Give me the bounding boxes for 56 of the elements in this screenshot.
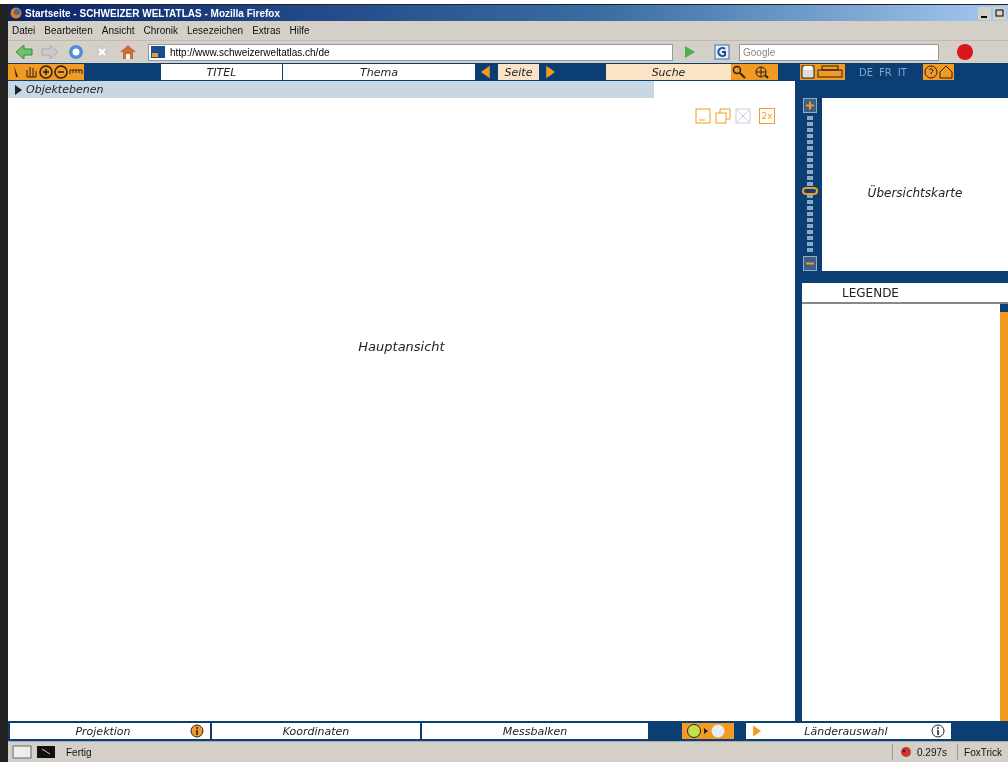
status-text: Fertig (66, 746, 92, 758)
expand-arrow-icon[interactable] (14, 84, 22, 95)
page-field: Seite (497, 64, 539, 80)
theme-field[interactable]: Thema (282, 64, 475, 80)
help-icon[interactable] (923, 65, 938, 79)
menu-item[interactable]: Ansicht (101, 25, 135, 36)
search-field[interactable]: Suche (605, 64, 731, 80)
timing-text: 0.297s (917, 746, 948, 758)
next-page-icon[interactable] (545, 65, 555, 79)
window-controls-icon[interactable] (978, 6, 1008, 20)
search-engine-icon[interactable] (713, 43, 733, 61)
home-icon[interactable] (118, 43, 138, 61)
slider-thumb[interactable] (802, 187, 818, 196)
info-icon[interactable] (190, 724, 204, 738)
scrollbar[interactable] (1000, 304, 1008, 721)
file-tools[interactable] (800, 64, 845, 80)
address-field[interactable]: http://www.schweizerweltatlas.ch/de (148, 43, 673, 61)
menu-item[interactable]: Chronik (143, 25, 178, 36)
menu-item[interactable]: Lesezeichen (187, 25, 244, 36)
menu-item[interactable]: Bearbeiten (44, 25, 93, 36)
zoom-out-icon[interactable] (54, 65, 68, 79)
search-icon[interactable] (732, 65, 746, 79)
zoom-slider[interactable] (802, 116, 818, 253)
title-field: TITEL (160, 64, 282, 80)
projection-field[interactable]: Projektion (10, 723, 210, 739)
window-title: Startseite - SCHWEIZER WELTATLAS - Mozilla Firefox (25, 7, 280, 19)
extension-panel[interactable]: FoxTrick (957, 744, 1008, 760)
reload-icon[interactable] (66, 43, 86, 61)
printer-icon[interactable] (816, 65, 844, 79)
previous-page-icon[interactable] (481, 65, 491, 79)
info-icon[interactable] (931, 724, 945, 738)
language-link[interactable]: IT (897, 66, 907, 78)
help-tools[interactable] (922, 64, 954, 80)
save-icon[interactable] (801, 65, 815, 79)
menu-item[interactable]: Datei (12, 25, 36, 36)
overview-label: Übersichtskarte (867, 186, 963, 202)
language-link[interactable]: FR (879, 66, 892, 78)
overview-map[interactable]: Übersichtskarte (822, 98, 1008, 271)
menu-item[interactable]: Extras (252, 25, 281, 36)
map-tools[interactable] (8, 64, 84, 80)
home-icon[interactable] (938, 65, 953, 79)
monitor-icon (12, 745, 32, 759)
main-view-label: Hauptansicht (358, 339, 445, 356)
scale-bar-field: Messbalken (422, 723, 648, 739)
menu-item[interactable]: Hilfe (289, 25, 310, 36)
coordinates-field: Koordinaten (212, 723, 420, 739)
country-select-field[interactable]: Länderauswahl (746, 723, 951, 739)
terminal-icon (36, 745, 56, 759)
search-field[interactable]: Google (739, 43, 939, 61)
language-link[interactable]: DE (859, 66, 874, 78)
layers-label: Objektebenen (26, 83, 104, 96)
layers-bar[interactable]: Objektebenen (8, 81, 654, 98)
extension-text: FoxTrick (964, 746, 1002, 758)
zoom-in-icon[interactable] (39, 65, 53, 79)
search-tools[interactable] (731, 64, 778, 80)
legend-title: LEGENDE (802, 283, 1008, 304)
